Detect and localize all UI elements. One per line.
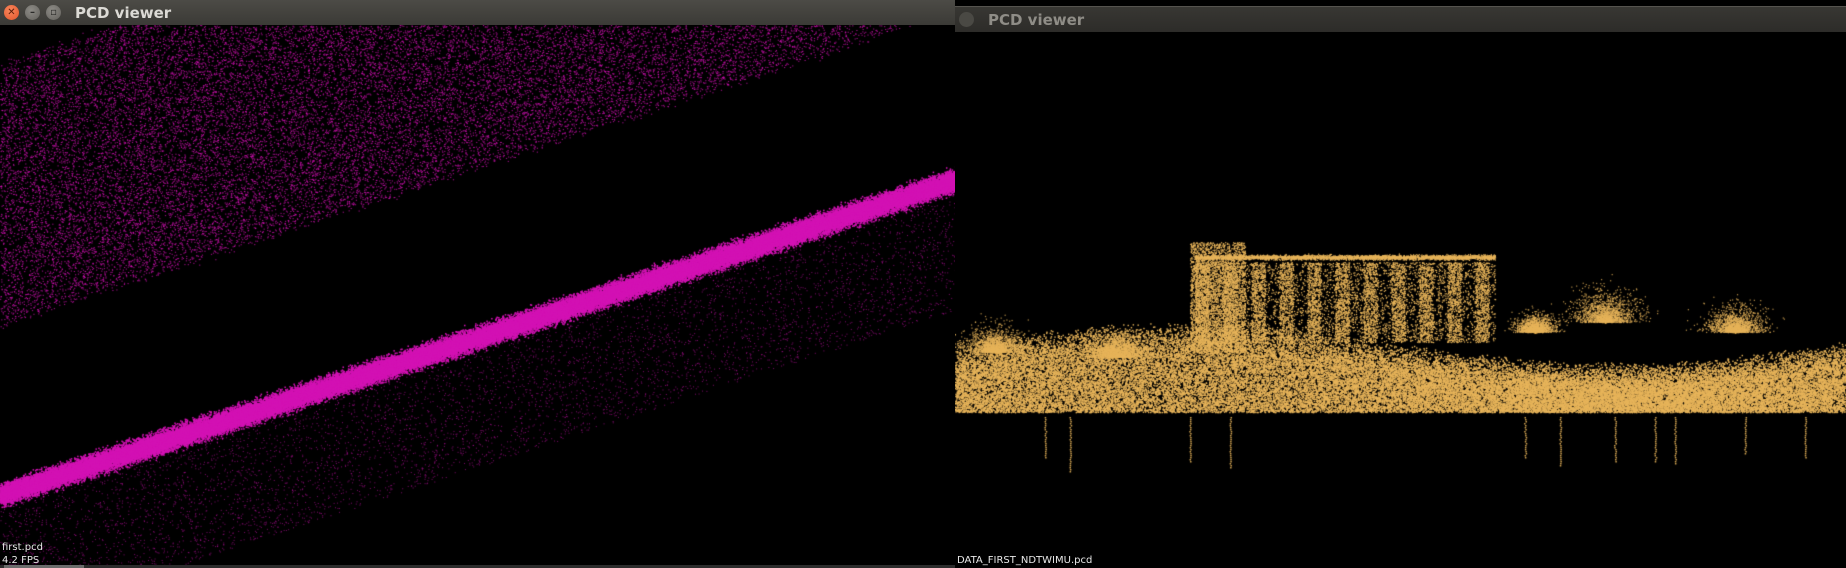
point-cloud-viewport[interactable]: first.pcd 4.2 FPS: [0, 25, 955, 568]
minimize-icon[interactable]: –: [25, 5, 40, 20]
window-controls: ✕ – ▫: [4, 5, 61, 20]
point-cloud-viewport[interactable]: DATA_FIRST_NDTWIMU.pcd: [955, 32, 1846, 568]
window-title: PCD viewer: [75, 3, 172, 22]
point-cloud-canvas[interactable]: [955, 32, 1846, 568]
pcd-viewer-window-left: ✕ – ▫ PCD viewer first.pcd 4.2 FPS: [0, 0, 955, 568]
window-controls: [959, 12, 974, 27]
point-cloud-canvas[interactable]: [0, 25, 955, 568]
close-icon[interactable]: ✕: [4, 5, 19, 20]
window-titlebar[interactable]: PCD viewer: [955, 6, 1846, 32]
pcd-viewer-window-right: PCD viewer DATA_FIRST_NDTWIMU.pcd: [955, 0, 1846, 568]
file-name-label: first.pcd: [2, 542, 43, 553]
maximize-icon[interactable]: ▫: [46, 5, 61, 20]
window-titlebar[interactable]: ✕ – ▫ PCD viewer: [0, 0, 955, 25]
close-icon[interactable]: [959, 12, 974, 27]
window-title: PCD viewer: [988, 10, 1085, 29]
file-name-label: DATA_FIRST_NDTWIMU.pcd: [957, 555, 1093, 566]
